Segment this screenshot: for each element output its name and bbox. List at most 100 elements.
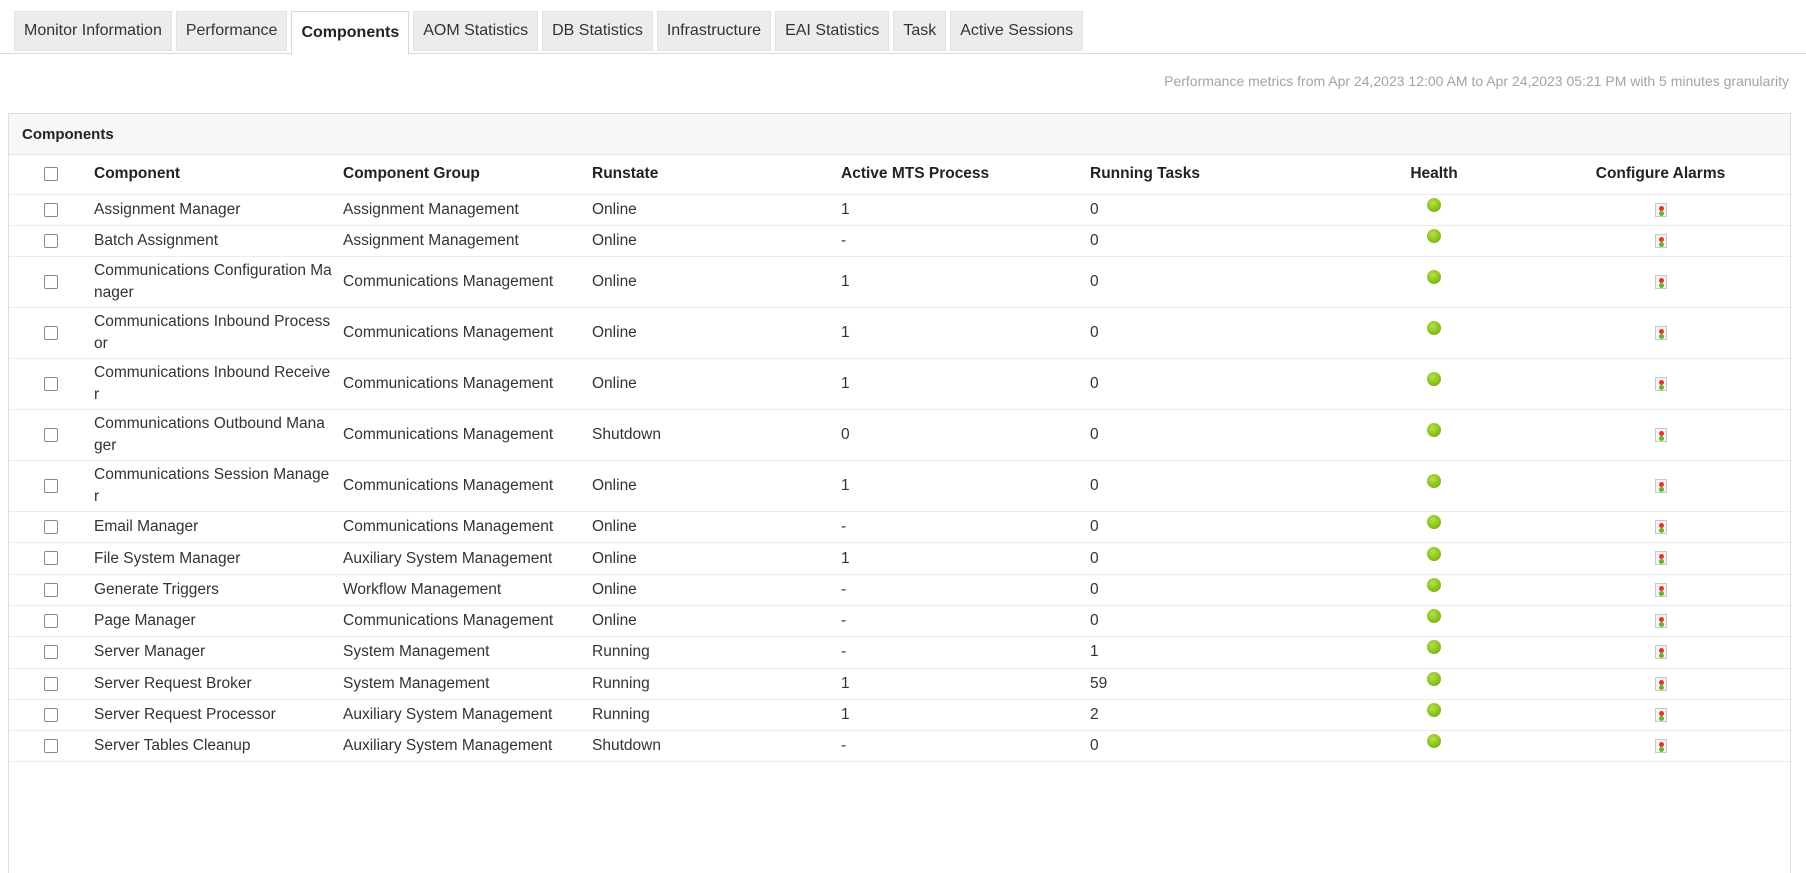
cell-configure-alarms xyxy=(1529,730,1792,763)
health-status-icon xyxy=(1427,423,1441,438)
tab-bar: Monitor Information Performance Components… xyxy=(0,0,1806,55)
cell-component: Communications Inbound Receiver xyxy=(94,358,343,411)
cell-health xyxy=(1339,574,1529,606)
row-checkbox[interactable] xyxy=(44,377,58,391)
cell-runstate: Running xyxy=(592,668,841,700)
tab-monitor-information[interactable]: Monitor Information xyxy=(14,11,172,51)
row-checkbox-cell xyxy=(9,605,94,638)
configure-alarm-icon[interactable] xyxy=(1654,645,1667,660)
cell-health xyxy=(1339,730,1529,763)
table-row: File System Manager Auxiliary System Mana… xyxy=(9,542,1792,575)
tab-aom-statistics[interactable]: AOM Statistics xyxy=(413,11,539,51)
column-header-component-group[interactable]: Component Group xyxy=(343,155,592,195)
column-header-running-tasks[interactable]: Running Tasks xyxy=(1090,155,1339,195)
configure-alarm-icon[interactable] xyxy=(1654,202,1667,217)
select-all-checkbox[interactable] xyxy=(44,167,58,182)
cell-active-mts-process: 1 xyxy=(841,307,1090,360)
cell-running-tasks: 59 xyxy=(1090,668,1339,700)
table-row: Communications Session Manager Communicat… xyxy=(9,460,1792,513)
cell-active-mts-process: 1 xyxy=(841,542,1090,575)
cell-running-tasks: 0 xyxy=(1090,511,1339,544)
tab-task[interactable]: Task xyxy=(893,11,947,51)
cell-active-mts-process: - xyxy=(841,574,1090,606)
row-checkbox[interactable] xyxy=(44,676,58,691)
table-row: Communications Configuration Manager Comm… xyxy=(9,256,1792,309)
row-checkbox-cell xyxy=(9,574,94,606)
cell-component-group: Communications Management xyxy=(343,605,592,638)
cell-health xyxy=(1339,605,1529,638)
cell-runstate: Online xyxy=(592,256,841,309)
cell-active-mts-process: 1 xyxy=(841,194,1090,226)
cell-health xyxy=(1339,699,1529,732)
row-checkbox-cell xyxy=(9,668,94,700)
row-checkbox[interactable] xyxy=(44,520,58,535)
cell-running-tasks: 0 xyxy=(1090,358,1339,411)
cell-component-group: Communications Management xyxy=(343,511,592,544)
cell-health xyxy=(1339,636,1529,669)
row-checkbox[interactable] xyxy=(44,707,58,722)
row-checkbox[interactable] xyxy=(44,479,58,493)
configure-alarm-icon[interactable] xyxy=(1654,707,1667,722)
row-checkbox-cell xyxy=(9,307,94,360)
configure-alarm-icon[interactable] xyxy=(1654,739,1667,754)
tab-eai-statistics[interactable]: EAI Statistics xyxy=(775,11,890,51)
health-status-icon xyxy=(1427,609,1441,624)
column-header-health[interactable]: Health xyxy=(1339,155,1529,195)
tab-components[interactable]: Components xyxy=(291,11,410,55)
table-row: Server Request Broker System Management Ru… xyxy=(9,668,1792,700)
row-checkbox-cell xyxy=(9,542,94,575)
cell-component-group: Auxiliary System Management xyxy=(343,730,592,763)
tab-db-statistics[interactable]: DB Statistics xyxy=(542,11,653,51)
cell-health xyxy=(1339,409,1529,462)
health-status-icon xyxy=(1427,546,1441,561)
cell-component: Page Manager xyxy=(94,605,343,638)
configure-alarm-icon[interactable] xyxy=(1654,377,1667,391)
row-checkbox[interactable] xyxy=(44,326,58,340)
row-checkbox[interactable] xyxy=(44,582,58,597)
row-checkbox[interactable] xyxy=(44,645,58,660)
configure-alarm-icon[interactable] xyxy=(1654,428,1667,442)
configure-alarm-icon[interactable] xyxy=(1654,233,1667,248)
cell-component: Generate Triggers xyxy=(94,574,343,606)
cell-configure-alarms xyxy=(1529,358,1792,411)
configure-alarm-icon[interactable] xyxy=(1654,551,1667,566)
configure-alarm-icon[interactable] xyxy=(1654,326,1667,340)
row-checkbox[interactable] xyxy=(44,551,58,566)
row-checkbox[interactable] xyxy=(44,233,58,248)
row-checkbox[interactable] xyxy=(44,739,58,754)
configure-alarm-icon[interactable] xyxy=(1654,275,1667,289)
cell-runstate: Online xyxy=(592,225,841,258)
cell-configure-alarms xyxy=(1529,699,1792,732)
components-table: Component Component Group Runstate Activ… xyxy=(9,155,1792,763)
table-row: Batch Assignment Assignment Management Onl… xyxy=(9,225,1792,258)
tab-performance[interactable]: Performance xyxy=(175,11,288,51)
configure-alarm-icon[interactable] xyxy=(1654,676,1667,691)
column-header-active-mts-process[interactable]: Active MTS Process xyxy=(841,155,1090,195)
row-checkbox[interactable] xyxy=(44,202,58,217)
row-checkbox[interactable] xyxy=(44,275,58,289)
tab-active-sessions[interactable]: Active Sessions xyxy=(950,11,1084,51)
cell-health xyxy=(1339,194,1529,226)
row-checkbox[interactable] xyxy=(44,614,58,629)
configure-alarm-icon[interactable] xyxy=(1654,614,1667,629)
row-checkbox[interactable] xyxy=(44,428,58,442)
cell-configure-alarms xyxy=(1529,636,1792,669)
tab-infrastructure[interactable]: Infrastructure xyxy=(656,11,772,51)
cell-running-tasks: 0 xyxy=(1090,307,1339,360)
table-row: Communications Inbound Processor Communic… xyxy=(9,307,1792,360)
column-header-runstate[interactable]: Runstate xyxy=(592,155,841,195)
configure-alarm-icon[interactable] xyxy=(1654,479,1667,493)
cell-configure-alarms xyxy=(1529,409,1792,462)
cell-component-group: Auxiliary System Management xyxy=(343,542,592,575)
cell-active-mts-process: 1 xyxy=(841,256,1090,309)
cell-component: File System Manager xyxy=(94,542,343,575)
cell-running-tasks: 0 xyxy=(1090,605,1339,638)
cell-running-tasks: 0 xyxy=(1090,574,1339,606)
cell-configure-alarms xyxy=(1529,225,1792,258)
configure-alarm-icon[interactable] xyxy=(1654,520,1667,535)
cell-runstate: Online xyxy=(592,307,841,360)
configure-alarm-icon[interactable] xyxy=(1654,582,1667,597)
table-row: Generate Triggers Workflow Management Onli… xyxy=(9,574,1792,606)
column-header-component[interactable]: Component xyxy=(94,155,343,195)
cell-component: Server Manager xyxy=(94,636,343,669)
